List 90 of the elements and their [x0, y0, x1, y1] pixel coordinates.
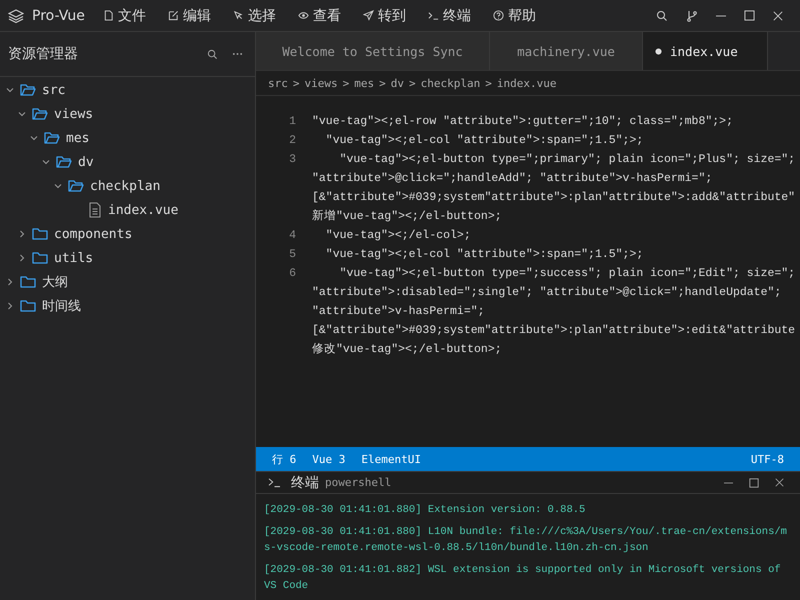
- menu-item[interactable]: 转到: [358, 6, 410, 24]
- close-icon[interactable]: [775, 478, 784, 487]
- tree-item[interactable]: utils: [0, 246, 255, 270]
- layers-icon: [8, 8, 24, 24]
- editor-tab[interactable]: machinery.vue: [490, 32, 643, 70]
- more-icon[interactable]: [232, 52, 243, 56]
- tree-item[interactable]: src: [0, 78, 255, 102]
- menu-item[interactable]: 编辑: [164, 6, 215, 24]
- code-line: 新增"vue-tag"><;/el-button>;: [312, 208, 503, 225]
- menu-item[interactable]: 终端: [424, 6, 475, 24]
- branch-icon[interactable]: [686, 10, 698, 22]
- code-line: "attribute">@click=";handleAdd"; "attribute">v-hasPermi=";: [312, 171, 714, 187]
- tree-item[interactable]: mes: [0, 126, 255, 150]
- open-folder-icon: [20, 83, 36, 97]
- breadcrumb-item[interactable]: dv: [390, 76, 404, 90]
- line-number: 3: [288, 152, 297, 168]
- help-icon: [492, 10, 504, 21]
- breadcrumb-separator: >: [409, 76, 416, 90]
- cursor-icon: [232, 10, 244, 21]
- breadcrumb-item[interactable]: checkplan: [420, 76, 480, 90]
- app-name: Pro-Vue: [32, 8, 85, 24]
- code-line: "vue-tag"><;el-button type=";primary"; plain icon=";Plus"; size=";: [338, 152, 796, 168]
- menu-item[interactable]: 帮助: [488, 6, 540, 24]
- code-line: "vue-tag"><;el-col "attribute">:span=";1.5";>;: [324, 133, 644, 149]
- panel-title: 终端: [291, 474, 319, 492]
- status-item[interactable]: UTF-8: [750, 452, 784, 466]
- open-folder-icon: [68, 179, 84, 193]
- tree-item[interactable]: dv: [0, 150, 255, 174]
- code-line: "vue-tag"><;/el-col>;: [324, 228, 471, 244]
- log-line: [2029-08-30 01:41:01.880] Extension version: 0.88.5: [264, 503, 586, 518]
- breadcrumb-item[interactable]: index.vue: [496, 76, 556, 90]
- breadcrumb-separator: >: [342, 76, 350, 90]
- open-folder-icon: [32, 107, 48, 121]
- code-line: "attribute">v-hasPermi=";: [312, 304, 486, 320]
- line-number: 6: [288, 266, 297, 282]
- sidebar-title: 资源管理器: [8, 45, 79, 63]
- close-icon[interactable]: [773, 10, 783, 20]
- terminal-icon: [268, 477, 281, 488]
- file-icon: [88, 202, 102, 218]
- file-icon: [102, 10, 114, 21]
- menu-item[interactable]: 查看: [294, 6, 345, 24]
- edit-icon: [168, 10, 179, 21]
- open-folder-icon: [44, 131, 60, 145]
- log-line: [2029-08-30 01:41:01.882] WSL extension is supported only in Microsoft versions of VS Code: [264, 563, 782, 594]
- code-line: "vue-tag"><;el-col "attribute">:span=";1.5";>;: [324, 247, 644, 263]
- log-line: [2029-08-30 01:41:01.880] L10N bundle: file:///c%3A/Users/You/.trae-cn/extensions/ms-vscode-remote.remote-wsl-0.88.5/l10n/bundle.l10n.zh-cn.json: [264, 525, 788, 556]
- minimize-icon[interactable]: [716, 14, 726, 16]
- tree-item[interactable]: components: [0, 222, 255, 246]
- code-line: 修改"vue-tag"><;/el-button>;: [312, 342, 503, 358]
- code-line: "attribute">:disabled=";single"; "attribute">@click=";handleUpdate";: [312, 285, 782, 301]
- line-number: 2: [288, 133, 297, 149]
- tree-item[interactable]: views: [0, 102, 255, 126]
- tree-item[interactable]: 时间线: [0, 294, 255, 318]
- eye-icon: [298, 10, 309, 21]
- line-number: 1: [288, 114, 297, 130]
- status-item[interactable]: 行 6: [272, 452, 296, 466]
- folder-icon: [32, 227, 48, 241]
- breadcrumb-separator: >: [485, 76, 492, 90]
- line-number: 5: [288, 247, 297, 263]
- editor-tab[interactable]: Welcome to Settings Sync: [256, 32, 490, 70]
- line-number: 4: [288, 228, 297, 244]
- breadcrumb-separator: >: [292, 76, 300, 90]
- folder-icon: [20, 275, 36, 289]
- status-item[interactable]: Vue 3: [312, 452, 346, 466]
- minimize-icon[interactable]: [724, 482, 733, 484]
- folder-icon: [20, 299, 36, 313]
- maximize-icon[interactable]: [744, 10, 755, 21]
- menu-item[interactable]: 文件: [98, 6, 150, 24]
- maximize-icon[interactable]: [749, 478, 759, 488]
- open-folder-icon: [56, 155, 72, 169]
- code-line: "vue-tag"><;el-row "attribute">:gutter=";10"; class=";mb8";>;: [312, 114, 733, 130]
- tree-item[interactable]: 大纲: [0, 270, 255, 294]
- search-icon[interactable]: [207, 48, 218, 60]
- status-item[interactable]: ElementUI: [361, 452, 421, 466]
- paper-plane-icon: [362, 10, 374, 21]
- tree-item[interactable]: checkplan: [0, 174, 255, 198]
- breadcrumb-separator: >: [379, 76, 386, 90]
- editor-tab[interactable]: index.vue: [643, 32, 768, 70]
- menu-item[interactable]: 选择: [228, 6, 280, 24]
- tree-item[interactable]: index.vue: [0, 198, 255, 222]
- breadcrumb-item[interactable]: src: [268, 76, 288, 90]
- code-line: [&"attribute">#039;system"attribute">:plan"attribute">:add&"attribute": [312, 190, 796, 206]
- folder-icon: [32, 251, 48, 265]
- code-line: "vue-tag"><;el-button type=";success"; plain icon=";Edit"; size=";: [338, 266, 796, 282]
- breadcrumb-item[interactable]: mes: [354, 76, 374, 90]
- shell-name: powershell: [325, 476, 392, 489]
- breadcrumb-item[interactable]: views: [304, 76, 338, 90]
- search-icon[interactable]: [656, 10, 668, 22]
- code-line: [&"attribute">#039;system"attribute">:plan"attribute">:edit&"attribute: [312, 323, 796, 339]
- terminal-icon: [428, 10, 439, 21]
